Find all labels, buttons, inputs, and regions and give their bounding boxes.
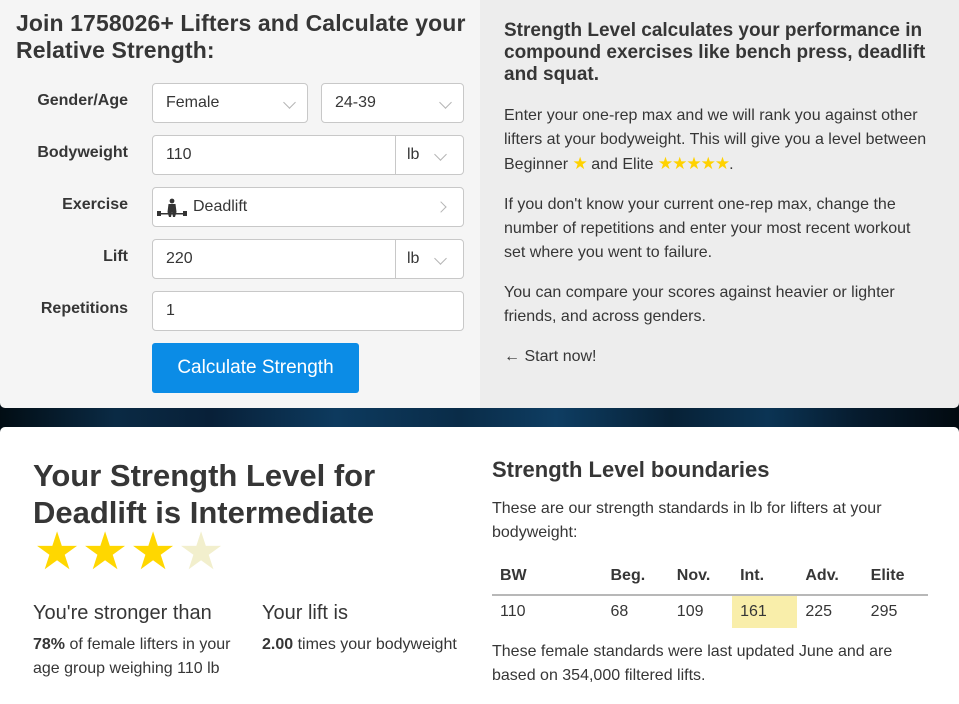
table-row: 110 68 109 161 225 295 — [492, 595, 928, 628]
bodyweight-label: Bodyweight — [37, 144, 128, 161]
info-panel: Strength Level calculates your performan… — [480, 0, 959, 408]
star-filled-icon: ★ — [81, 523, 129, 581]
highlighted-cell: 161 — [732, 595, 798, 628]
chevron-right-icon — [435, 201, 447, 213]
exercise-label: Exercise — [62, 196, 128, 213]
column-header: Nov. — [668, 565, 733, 596]
info-text: and Elite — [591, 156, 654, 173]
table-cell: 68 — [610, 603, 629, 620]
lift-ratio-text: 2.00 times your bodyweight — [262, 633, 472, 657]
gender-select[interactable]: Female — [152, 83, 308, 123]
result-card: Your Strength Level for Deadlift is Inte… — [0, 427, 959, 704]
boundaries-table: BW Beg. Nov. Int. Adv. Elite 110 68 109 161 225 29… — [492, 565, 928, 628]
stronger-percent: 78% — [33, 636, 66, 653]
boundaries-section: Strength Level boundaries These are our … — [492, 457, 932, 688]
bodyweight-unit-select[interactable]: lb — [395, 136, 463, 174]
age-value: 24-39 — [335, 94, 376, 111]
lift-ratio-heading: Your lift is — [262, 602, 348, 624]
table-cell: 110 — [500, 603, 526, 620]
lift-unit-value: lb — [407, 250, 420, 267]
lift-ratio-description: times your bodyweight — [297, 636, 457, 653]
result-title: Your Strength Level for Deadlift is Inte… — [33, 458, 376, 530]
column-header: Adv. — [797, 565, 863, 596]
repetitions-row: Repetitions 1 — [0, 291, 480, 331]
gender-age-label: Gender/Age — [37, 92, 128, 109]
age-select[interactable]: 24-39 — [321, 83, 464, 123]
table-header-row: BW Beg. Nov. Int. Adv. Elite — [492, 565, 928, 596]
info-paragraph-levels: Enter your one-rep max and we will rank … — [504, 104, 934, 177]
stronger-than-text: 78% of female lifters in your age group … — [33, 633, 243, 681]
bodyweight-unit-value: lb — [407, 146, 420, 163]
gender-value: Female — [166, 94, 220, 111]
star-empty-icon: ★ — [177, 523, 225, 581]
start-now-link[interactable]: ← Start now! — [504, 345, 934, 369]
table-cell: 225 — [805, 603, 833, 620]
chevron-down-icon — [439, 96, 452, 109]
table-cell: 295 — [870, 603, 898, 620]
bodyweight-input[interactable]: 110 — [166, 136, 192, 174]
form-title: Join 1758026+ Lifters and Calculate your… — [16, 10, 466, 63]
lift-row: Lift 220 lb — [0, 239, 480, 279]
bodyweight-row: Bodyweight 110 lb — [0, 135, 480, 175]
chevron-down-icon — [434, 148, 447, 161]
repetitions-input[interactable]: 1 — [152, 291, 464, 331]
repetitions-label: Repetitions — [40, 300, 128, 317]
star-filled-icon: ★ — [33, 523, 81, 581]
start-now-label: Start now! — [524, 348, 597, 365]
exercise-row: Exercise Deadlift — [0, 187, 480, 227]
elite-stars-icon: ★★★★★ — [657, 154, 730, 173]
repetitions-value: 1 — [166, 302, 175, 319]
chevron-down-icon — [434, 252, 447, 265]
deadlift-icon — [157, 198, 187, 217]
lift-ratio-value: 2.00 — [262, 636, 294, 653]
boundaries-description: These are our strength standards in lb f… — [492, 500, 882, 541]
arrow-left-icon: ← — [504, 348, 520, 365]
calculator-form: Join 1758026+ Lifters and Calculate your… — [0, 0, 480, 408]
strength-stars: ★ ★ ★ ★ — [33, 523, 225, 581]
boundaries-footer: These female standards were last updated… — [492, 643, 893, 684]
info-title: Strength Level calculates your performan… — [504, 20, 926, 85]
boundaries-title: Strength Level boundaries — [492, 457, 770, 482]
column-header: Elite — [862, 565, 928, 596]
exercise-value: Deadlift — [193, 198, 248, 215]
chevron-down-icon — [283, 96, 296, 109]
exercise-select[interactable]: Deadlift — [152, 187, 464, 227]
info-paragraph-compare: You can compare your scores against heav… — [504, 284, 895, 325]
beginner-star-icon: ★ — [572, 154, 588, 173]
gender-age-row: Gender/Age Female 24-39 — [0, 83, 480, 123]
bodyweight-field: 110 lb — [152, 135, 464, 175]
lift-unit-select[interactable]: lb — [395, 240, 463, 278]
star-filled-icon: ★ — [129, 523, 177, 581]
info-text: . — [729, 156, 734, 173]
lift-label: Lift — [103, 248, 128, 265]
stronger-than-stat: You're stronger than 78% of female lifte… — [33, 601, 243, 681]
background-banner — [0, 405, 959, 429]
table-cell: 109 — [676, 603, 704, 620]
column-header: Int. — [732, 565, 798, 596]
calculator-card: Join 1758026+ Lifters and Calculate your… — [0, 0, 959, 408]
lift-field: 220 lb — [152, 239, 464, 279]
stronger-than-heading: You're stronger than — [33, 602, 212, 624]
lift-ratio-stat: Your lift is 2.00 times your bodyweight — [262, 601, 472, 657]
column-header: Beg. — [602, 565, 669, 596]
lift-input[interactable]: 220 — [166, 240, 193, 278]
calculate-strength-button[interactable]: Calculate Strength — [152, 343, 359, 393]
column-header: BW — [492, 565, 603, 596]
info-paragraph-reps: If you don't know your current one-rep m… — [504, 196, 911, 261]
